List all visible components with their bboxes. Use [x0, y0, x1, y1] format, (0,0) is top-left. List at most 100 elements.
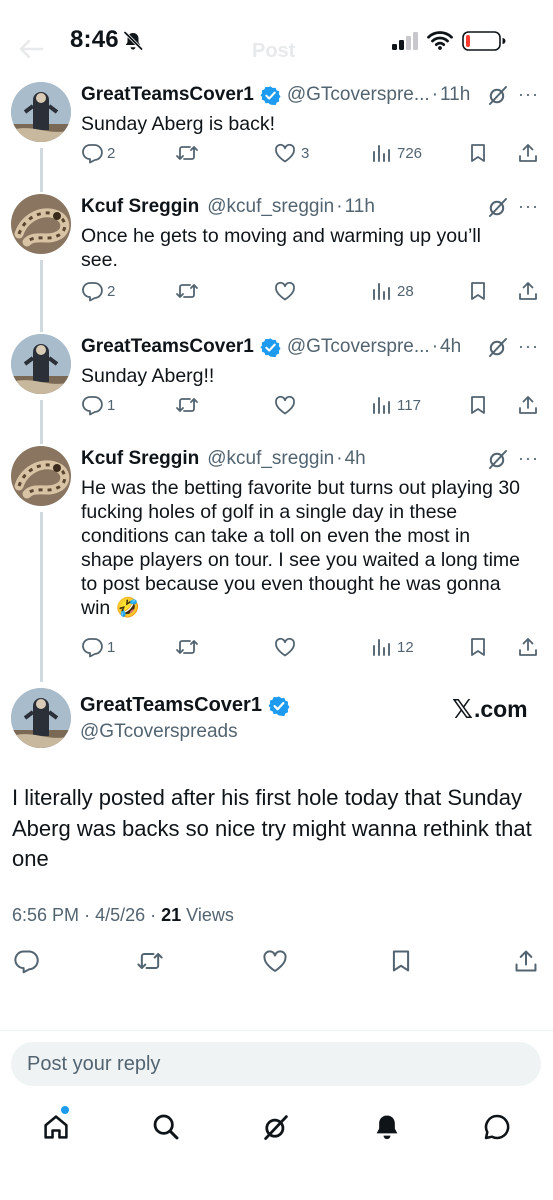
- separator-dot: ·: [336, 196, 343, 217]
- tab-messages[interactable]: [482, 1112, 512, 1147]
- x-com-watermark: 𝕏 .com: [452, 694, 528, 725]
- share-icon: [519, 396, 537, 414]
- main-tweet-display-name[interactable]: GreatTeamsCover1: [80, 694, 262, 717]
- bookmark-button[interactable]: [467, 280, 489, 302]
- bell-icon: [376, 1115, 398, 1140]
- verified-badge-icon: [268, 695, 290, 717]
- avatar[interactable]: [11, 82, 71, 142]
- tweet-text: Once he gets to moving and warming up yo…: [81, 225, 481, 271]
- repost-icon: [176, 146, 198, 160]
- like-button[interactable]: [273, 394, 301, 416]
- views-button[interactable]: 28: [371, 280, 414, 302]
- main-tweet-views-count[interactable]: 21: [161, 905, 181, 925]
- main-tweet-time: 6:56 PM: [12, 905, 80, 925]
- like-button[interactable]: [261, 948, 289, 979]
- reply-input[interactable]: Post your reply: [11, 1042, 541, 1086]
- like-button[interactable]: 3: [273, 142, 309, 164]
- share-button[interactable]: [517, 142, 539, 164]
- like-button[interactable]: [273, 636, 301, 658]
- tweet-actions: 1 117: [81, 394, 541, 420]
- reply-count: 1: [107, 638, 116, 656]
- main-tweet-views-label[interactable]: Views: [186, 905, 234, 925]
- main-tweet-actions: [0, 948, 553, 976]
- main-tweet-avatar[interactable]: [11, 688, 71, 748]
- bookmark-button[interactable]: [467, 142, 489, 164]
- thread-connector: [40, 512, 43, 682]
- display-name[interactable]: Kcuf Sreggin: [81, 448, 199, 470]
- reply-button[interactable]: 1: [81, 636, 115, 658]
- tweet-header: GreatTeamsCover1 @GTcoverspre... · 4h: [81, 334, 461, 360]
- status-time: 8:46: [70, 26, 119, 53]
- heart-icon: [275, 395, 295, 415]
- repost-icon: [176, 284, 198, 298]
- handle[interactable]: @kcuf_sreggin: [207, 196, 334, 218]
- tab-grok[interactable]: [261, 1112, 291, 1147]
- share-button[interactable]: [517, 636, 539, 658]
- divider: [0, 1030, 553, 1031]
- tab-search[interactable]: [151, 1112, 181, 1147]
- share-button[interactable]: [513, 948, 539, 979]
- heart-icon: [275, 143, 295, 163]
- handle[interactable]: @GTcoverspre...: [287, 84, 430, 106]
- more-icon[interactable]: ···: [518, 196, 539, 217]
- tweet-actions: 2 28: [81, 280, 541, 306]
- handle[interactable]: @kcuf_sreggin: [207, 448, 334, 470]
- share-button[interactable]: [517, 394, 539, 416]
- back-arrow-icon[interactable]: [18, 38, 44, 65]
- heart-icon: [263, 950, 287, 972]
- reply-button[interactable]: 2: [81, 142, 115, 164]
- views-button[interactable]: 117: [371, 394, 421, 416]
- avatar[interactable]: [11, 334, 71, 394]
- home-icon: [44, 1115, 68, 1139]
- grok-icon[interactable]: [487, 336, 509, 363]
- main-tweet-meta: 6:56 PM · 4/5/26 · 21 Views: [12, 905, 234, 926]
- x-com-label: .com: [473, 696, 528, 722]
- bookmark-button[interactable]: [388, 948, 414, 979]
- repost-button[interactable]: [136, 948, 164, 979]
- heart-icon: [275, 637, 295, 657]
- views-icon: [373, 397, 390, 414]
- repost-button[interactable]: [175, 142, 203, 164]
- avatar[interactable]: [11, 446, 71, 506]
- bookmark-button[interactable]: [467, 394, 489, 416]
- x-logo-icon: 𝕏: [452, 694, 473, 724]
- repost-button[interactable]: [175, 394, 203, 416]
- main-tweet-name-row[interactable]: GreatTeamsCover1: [80, 694, 295, 717]
- bookmark-icon: [392, 950, 410, 972]
- share-button[interactable]: [517, 280, 539, 302]
- grok-icon[interactable]: [487, 448, 509, 475]
- more-icon[interactable]: ···: [518, 448, 539, 469]
- tweet-header: Kcuf Sreggin @kcuf_sreggin · 11h: [81, 194, 375, 220]
- reply-icon: [14, 950, 39, 974]
- views-icon: [373, 639, 390, 656]
- like-button[interactable]: [273, 280, 301, 302]
- bookmark-button[interactable]: [467, 636, 489, 658]
- views-button[interactable]: 726: [371, 142, 422, 164]
- verified-badge-icon: [260, 337, 281, 358]
- reply-button[interactable]: [13, 948, 39, 979]
- tab-home[interactable]: [41, 1112, 71, 1147]
- signal-icon: [392, 32, 420, 55]
- avatar[interactable]: [11, 194, 71, 254]
- share-icon: [519, 638, 537, 656]
- repost-button[interactable]: [175, 280, 203, 302]
- main-tweet-text: I literally posted after his first hole …: [12, 785, 532, 871]
- more-icon[interactable]: ···: [518, 336, 539, 357]
- main-tweet-handle[interactable]: @GTcoverspreads: [80, 721, 238, 743]
- tweet-actions: 1 12: [81, 636, 541, 662]
- display-name[interactable]: GreatTeamsCover1: [81, 84, 254, 106]
- reply-button[interactable]: 2: [81, 280, 115, 302]
- display-name[interactable]: Kcuf Sreggin: [81, 196, 199, 218]
- handle[interactable]: @GTcoverspre...: [287, 336, 430, 358]
- reply-button[interactable]: 1: [81, 394, 115, 416]
- grok-icon[interactable]: [487, 84, 509, 111]
- views-button[interactable]: 12: [371, 636, 414, 658]
- repost-button[interactable]: [175, 636, 203, 658]
- reply-count: 1: [107, 396, 116, 414]
- display-name[interactable]: GreatTeamsCover1: [81, 336, 254, 358]
- wifi-icon: [427, 30, 453, 55]
- grok-icon[interactable]: [487, 196, 509, 223]
- more-icon[interactable]: ···: [518, 84, 539, 105]
- reply-count: 2: [107, 144, 116, 162]
- tab-notifications[interactable]: [372, 1112, 402, 1147]
